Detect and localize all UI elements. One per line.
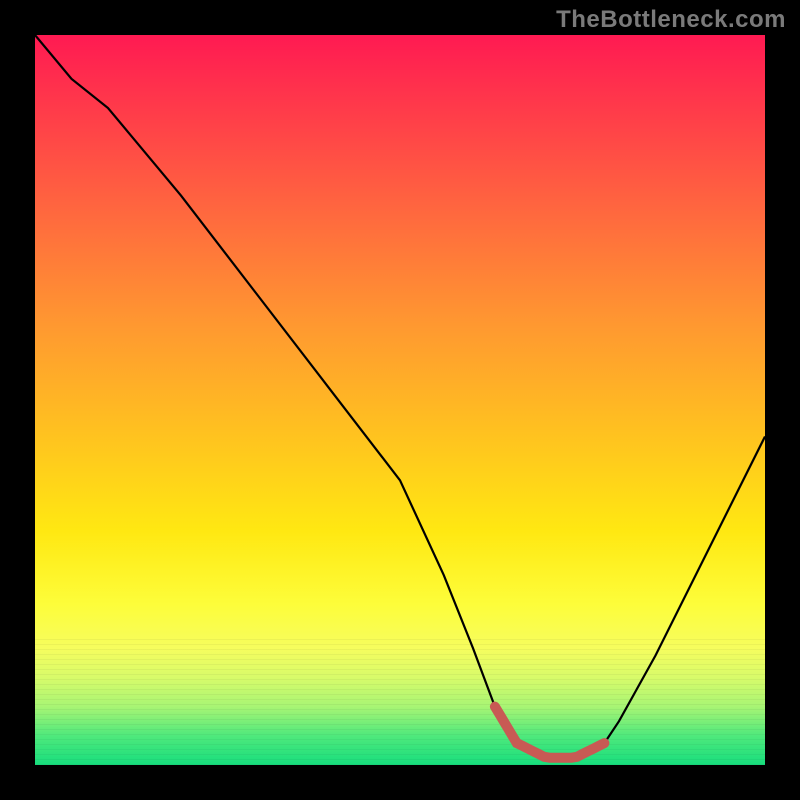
watermark-text: TheBottleneck.com — [556, 6, 786, 34]
plot-area — [35, 35, 765, 765]
chart-frame: TheBottleneck.com — [0, 0, 800, 800]
bottleneck-curve-path — [35, 35, 765, 758]
highlight-band-path — [495, 707, 605, 758]
curve-layer — [35, 35, 765, 765]
